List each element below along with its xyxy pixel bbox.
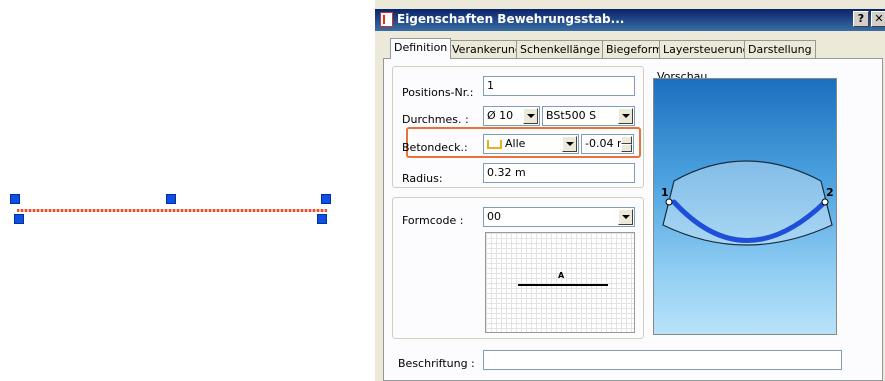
chevron-down-icon[interactable] [523, 108, 538, 124]
preview-drawing [662, 160, 833, 246]
diameter-select[interactable]: Ø 10 [483, 106, 540, 126]
tab-definition[interactable]: Definition [390, 38, 452, 59]
tab-schenkellaenge[interactable]: Schenkellänge [516, 40, 605, 58]
chevron-down-icon[interactable] [618, 108, 633, 124]
tab-verankerung[interactable]: Verankerung [448, 40, 526, 58]
formcode-marker: A [558, 271, 565, 280]
cover-mode-value: Alle [505, 137, 526, 150]
formcode-preview: A [485, 232, 635, 333]
steel-grade-value: BSt500 S [546, 109, 597, 122]
spin-down-icon[interactable] [621, 144, 632, 152]
spin-up-icon[interactable] [621, 136, 632, 144]
radius-label: Radius: [402, 172, 443, 185]
steel-grade-select[interactable]: BSt500 S [542, 106, 635, 126]
position-label: Positions-Nr.: [402, 86, 474, 99]
chevron-down-icon[interactable] [618, 209, 633, 225]
cover-mode-icon [487, 139, 502, 149]
preview-point-2: 2 [826, 186, 834, 199]
diameter-label: Durchmes. : [402, 113, 469, 126]
cad-canvas[interactable] [0, 0, 375, 381]
preview-point-1: 1 [661, 186, 669, 199]
close-button[interactable]: ✕ [871, 11, 885, 27]
cover-mode-select[interactable]: Alle [483, 134, 579, 154]
radius-input[interactable]: 0.32 m [483, 163, 635, 183]
beschriftung-label: Beschriftung : [398, 357, 475, 370]
tab-darstellung[interactable]: Darstellung [744, 40, 816, 58]
cover-label: Betondeck.: [402, 141, 468, 154]
formcode-label: Formcode : [402, 214, 464, 227]
title-bar[interactable]: Eigenschaften Bewehrungsstab... ? ✕ [375, 9, 885, 31]
formcode-shape [518, 284, 608, 286]
properties-dialog: Eigenschaften Bewehrungsstab... ? ✕ Defi… [375, 0, 885, 381]
help-button[interactable]: ? [853, 11, 869, 27]
grip-handle[interactable] [14, 214, 24, 224]
dialog-title: Eigenschaften Bewehrungsstab... [397, 12, 625, 26]
formcode-value: 00 [487, 210, 501, 223]
cover-value-input[interactable]: -0.04 m [581, 134, 634, 154]
tab-biegeform[interactable]: Biegeform [602, 40, 667, 58]
preview-canvas: 1 2 [653, 78, 837, 335]
beschriftung-input[interactable] [483, 350, 842, 370]
grip-handle[interactable] [10, 194, 20, 204]
grip-handle[interactable] [317, 214, 327, 224]
spinner[interactable] [621, 136, 632, 152]
rebar-line[interactable] [17, 209, 327, 212]
formcode-select[interactable]: 00 [483, 207, 635, 227]
grip-handle[interactable] [166, 194, 176, 204]
diameter-value: Ø 10 [487, 109, 514, 122]
app-icon [380, 12, 393, 27]
tab-layersteuerung[interactable]: Layersteuerung [659, 40, 754, 58]
grip-handle[interactable] [321, 194, 331, 204]
position-input[interactable]: 1 [483, 76, 635, 96]
chevron-down-icon[interactable] [562, 136, 577, 152]
